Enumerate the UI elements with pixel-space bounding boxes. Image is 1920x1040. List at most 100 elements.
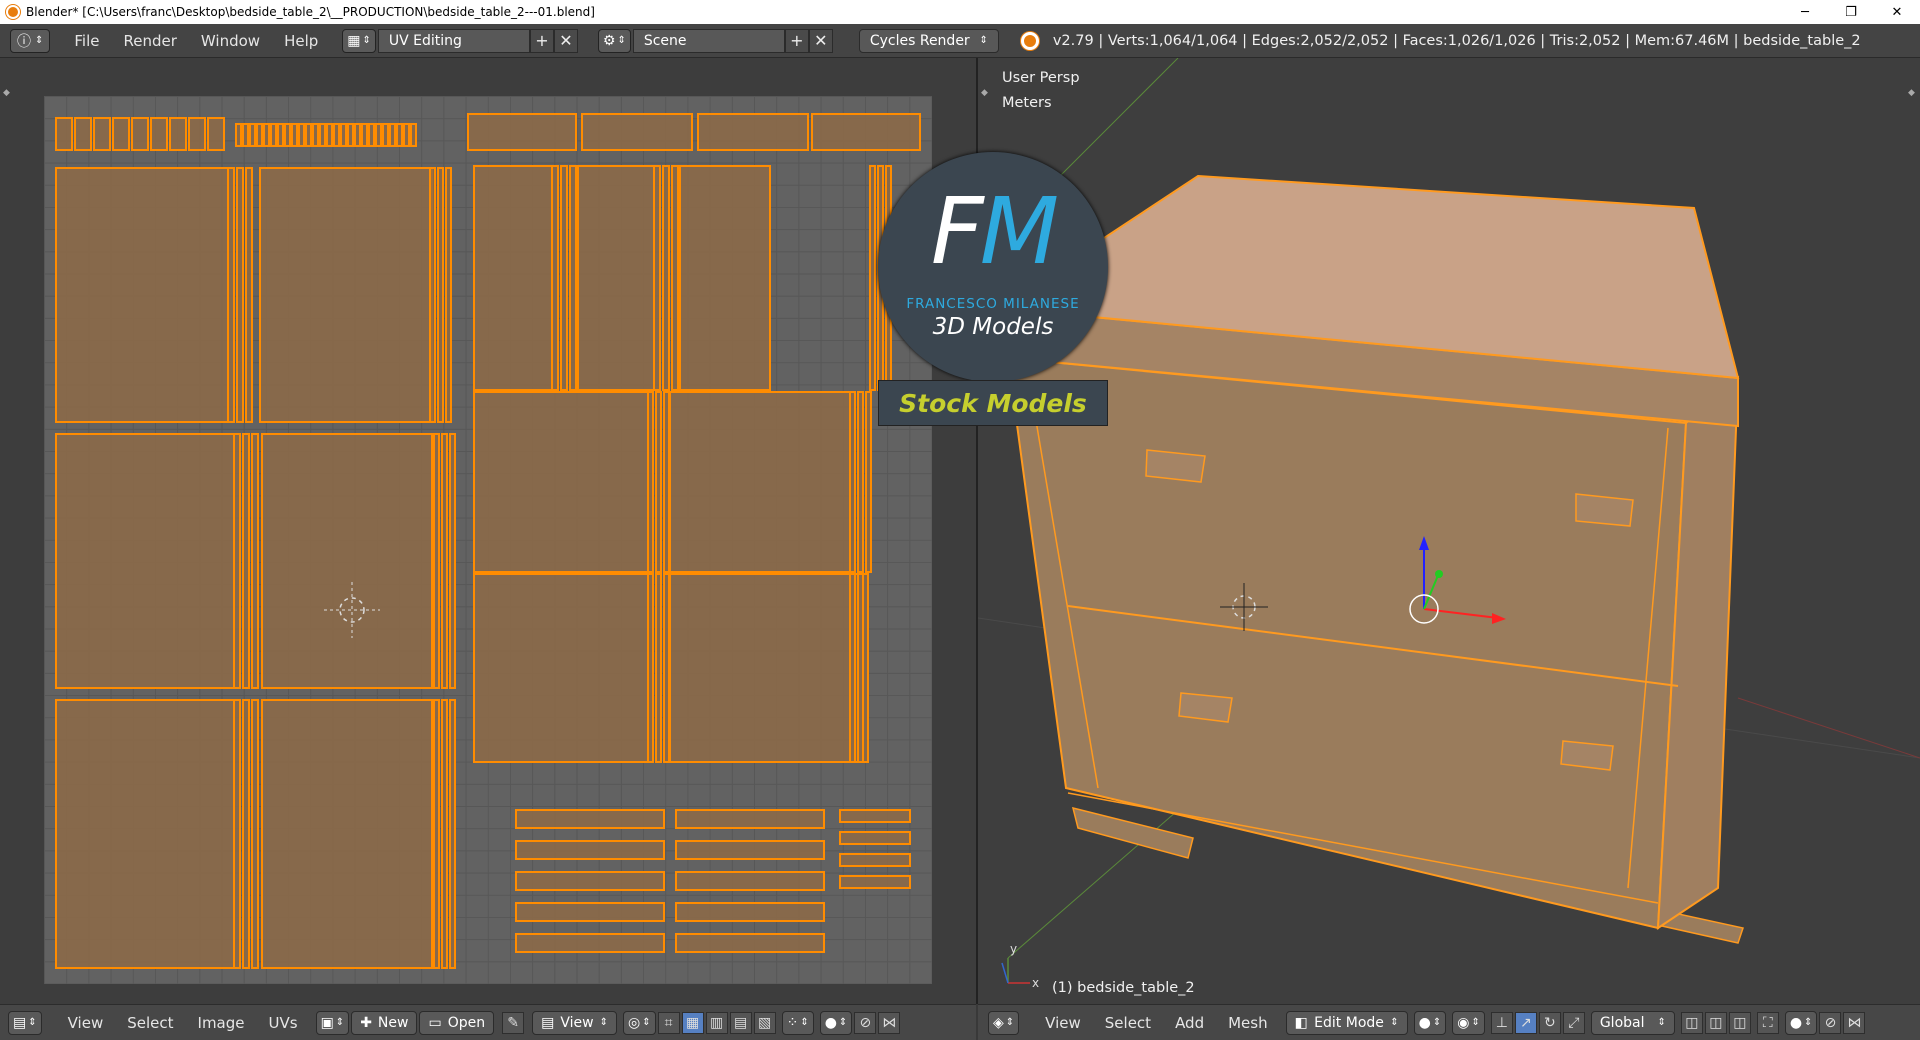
uv-panel [55,699,235,969]
uv-menu-uvs[interactable]: UVs [257,1014,310,1032]
menu-render[interactable]: Render [112,32,189,50]
minimize-button[interactable]: ─ [1782,0,1828,24]
uv-strip [551,165,559,391]
window-titlebar: Blender* [C:\Users\franc\Desktop\bedside… [0,0,1920,24]
snap-icon[interactable]: ⊘ [1819,1011,1842,1034]
image-browse-button[interactable]: ▣ ⇕ [315,1010,350,1035]
vertex-select-icon[interactable]: ▦ [681,1011,704,1034]
sticky-mode-dropdown[interactable]: ⁘ ⇕ [781,1010,814,1035]
vp-menu-view[interactable]: View [1033,1014,1093,1032]
2d-cursor-icon [324,582,380,638]
uv-bar [675,933,825,953]
uv-strip [857,391,864,573]
delete-screen-button[interactable]: ✕ [553,28,578,53]
proportional-icon: ● [1789,1014,1803,1031]
vp-menu-select[interactable]: Select [1093,1014,1163,1032]
translate-manipulator-icon[interactable]: ↗ [1514,1011,1537,1034]
add-scene-button[interactable]: + [784,28,809,53]
vp-menu-mesh[interactable]: Mesh [1216,1014,1280,1032]
view-mode-dropdown[interactable]: ▤ View ⇕ [532,1010,617,1035]
chevron-updown-icon: ⇕ [1390,1017,1399,1028]
scene-selector[interactable]: ⚙ ⇕ [597,28,631,53]
scale-manipulator-icon[interactable]: ⤢ [1562,1011,1585,1034]
view-mode-icon: ▤ [541,1014,555,1031]
menu-window[interactable]: Window [189,32,272,50]
toolshelf-toggle-icon[interactable]: ◆ [981,88,988,98]
menu-help[interactable]: Help [272,32,330,50]
close-button[interactable]: ✕ [1874,0,1920,24]
vp-menu-add[interactable]: Add [1163,1014,1216,1032]
axis-x-label: x [1032,976,1040,990]
delete-scene-button[interactable]: ✕ [808,28,833,53]
units-label: Meters [1002,95,1052,111]
viewport-shading-dropdown[interactable]: ● ⇕ [1413,1010,1447,1035]
edge-select-icon[interactable]: ▥ [705,1011,728,1034]
uv-strip [662,165,670,391]
scene-name[interactable]: Scene [632,28,785,53]
sync-select-icon[interactable]: ⌗ [657,1011,680,1034]
limit-selection-icon[interactable]: ⛶ [1756,1011,1779,1034]
vertex-select-icon[interactable]: ◫ [1680,1011,1703,1034]
uv-strip [112,117,130,151]
manipulator-icon[interactable]: ⊥ [1490,1011,1513,1034]
editor-type-info[interactable]: ⓘ ⇕ [10,28,51,53]
open-image-label: Open [447,1014,486,1031]
uv-editor-header: ▤ ⇕ View Select Image UVs ▣ ⇕ ✚ New ▭ Open ✎… [0,1004,976,1040]
snap-icon[interactable]: ⊘ [854,1011,877,1034]
uv-menu-view[interactable]: View [56,1014,116,1032]
uv-strip [857,573,864,763]
render-engine-dropdown[interactable]: Cycles Render ⇕ [858,28,999,53]
pivot-point-dropdown[interactable]: ◉ ⇕ [1452,1010,1485,1035]
uv-panel [259,167,433,423]
uv-strip [445,167,452,423]
edge-select-icon[interactable]: ◫ [1704,1011,1727,1034]
uv-strip [284,123,291,147]
uv-strip [653,165,661,391]
pin-icon[interactable]: ✎ [502,1011,525,1034]
editor-type-3d[interactable]: ◈ ⇕ [988,1010,1020,1035]
uv-menu-select[interactable]: Select [115,1014,185,1032]
snap-element-icon[interactable]: ⋈ [878,1011,901,1034]
screen-layout-selector[interactable]: ▦ ⇕ [342,28,376,53]
open-image-button[interactable]: ▭ Open [419,1010,495,1035]
snap-element-icon[interactable]: ⋈ [1843,1011,1866,1034]
transform-orientation-dropdown[interactable]: Global ⇕ [1590,1010,1675,1035]
pivot-dropdown[interactable]: ◎ ⇕ [622,1010,656,1035]
proportional-edit-dropdown[interactable]: ● ⇕ [819,1010,853,1035]
maximize-button[interactable]: ❐ [1828,0,1874,24]
proportional-edit-dropdown[interactable]: ● ⇕ [1784,1010,1818,1035]
uv-panel [669,391,851,573]
uv-menu-image[interactable]: Image [186,1014,257,1032]
uv-image-editor[interactable]: ◆ [0,58,976,1004]
uv-strip [375,123,382,147]
uv-strip [354,123,361,147]
folder-icon: ▭ [428,1014,442,1031]
active-object-label: (1) bedside_table_2 [1052,980,1195,996]
editor-type-uv[interactable]: ▤ ⇕ [8,1010,42,1035]
interaction-mode-dropdown[interactable]: ◧ Edit Mode ⇕ [1285,1010,1408,1035]
uv-strip [663,573,670,763]
uv-strip [242,433,250,689]
properties-toggle-icon[interactable]: ◆ [1908,88,1915,98]
uv-strip [647,573,654,763]
uv-strip [319,123,326,147]
uv-strip [227,167,235,423]
face-select-icon[interactable]: ◫ [1728,1011,1751,1034]
uv-bar [839,831,911,845]
uv-strip [441,433,448,689]
island-select-icon[interactable]: ▧ [753,1011,776,1034]
rotate-manipulator-icon[interactable]: ↻ [1538,1011,1561,1034]
new-image-button[interactable]: ✚ New [351,1010,418,1035]
layout-icon: ▦ [347,32,361,49]
uv-strip [437,167,444,423]
uv-editor-icon: ▤ [13,1014,27,1031]
add-screen-button[interactable]: + [529,28,554,53]
uv-strip [340,123,347,147]
chevron-updown-icon: ⇕ [1804,1017,1813,1028]
interaction-mode-label: Edit Mode [1314,1014,1384,1031]
3d-viewport[interactable]: User Persp Meters y x (1) bedside_table_… [978,58,1920,1004]
face-select-icon[interactable]: ▤ [729,1011,752,1034]
screen-layout-name[interactable]: UV Editing [377,28,530,53]
chevron-updown-icon: ⇕ [979,35,988,46]
menu-file[interactable]: File [62,32,111,50]
